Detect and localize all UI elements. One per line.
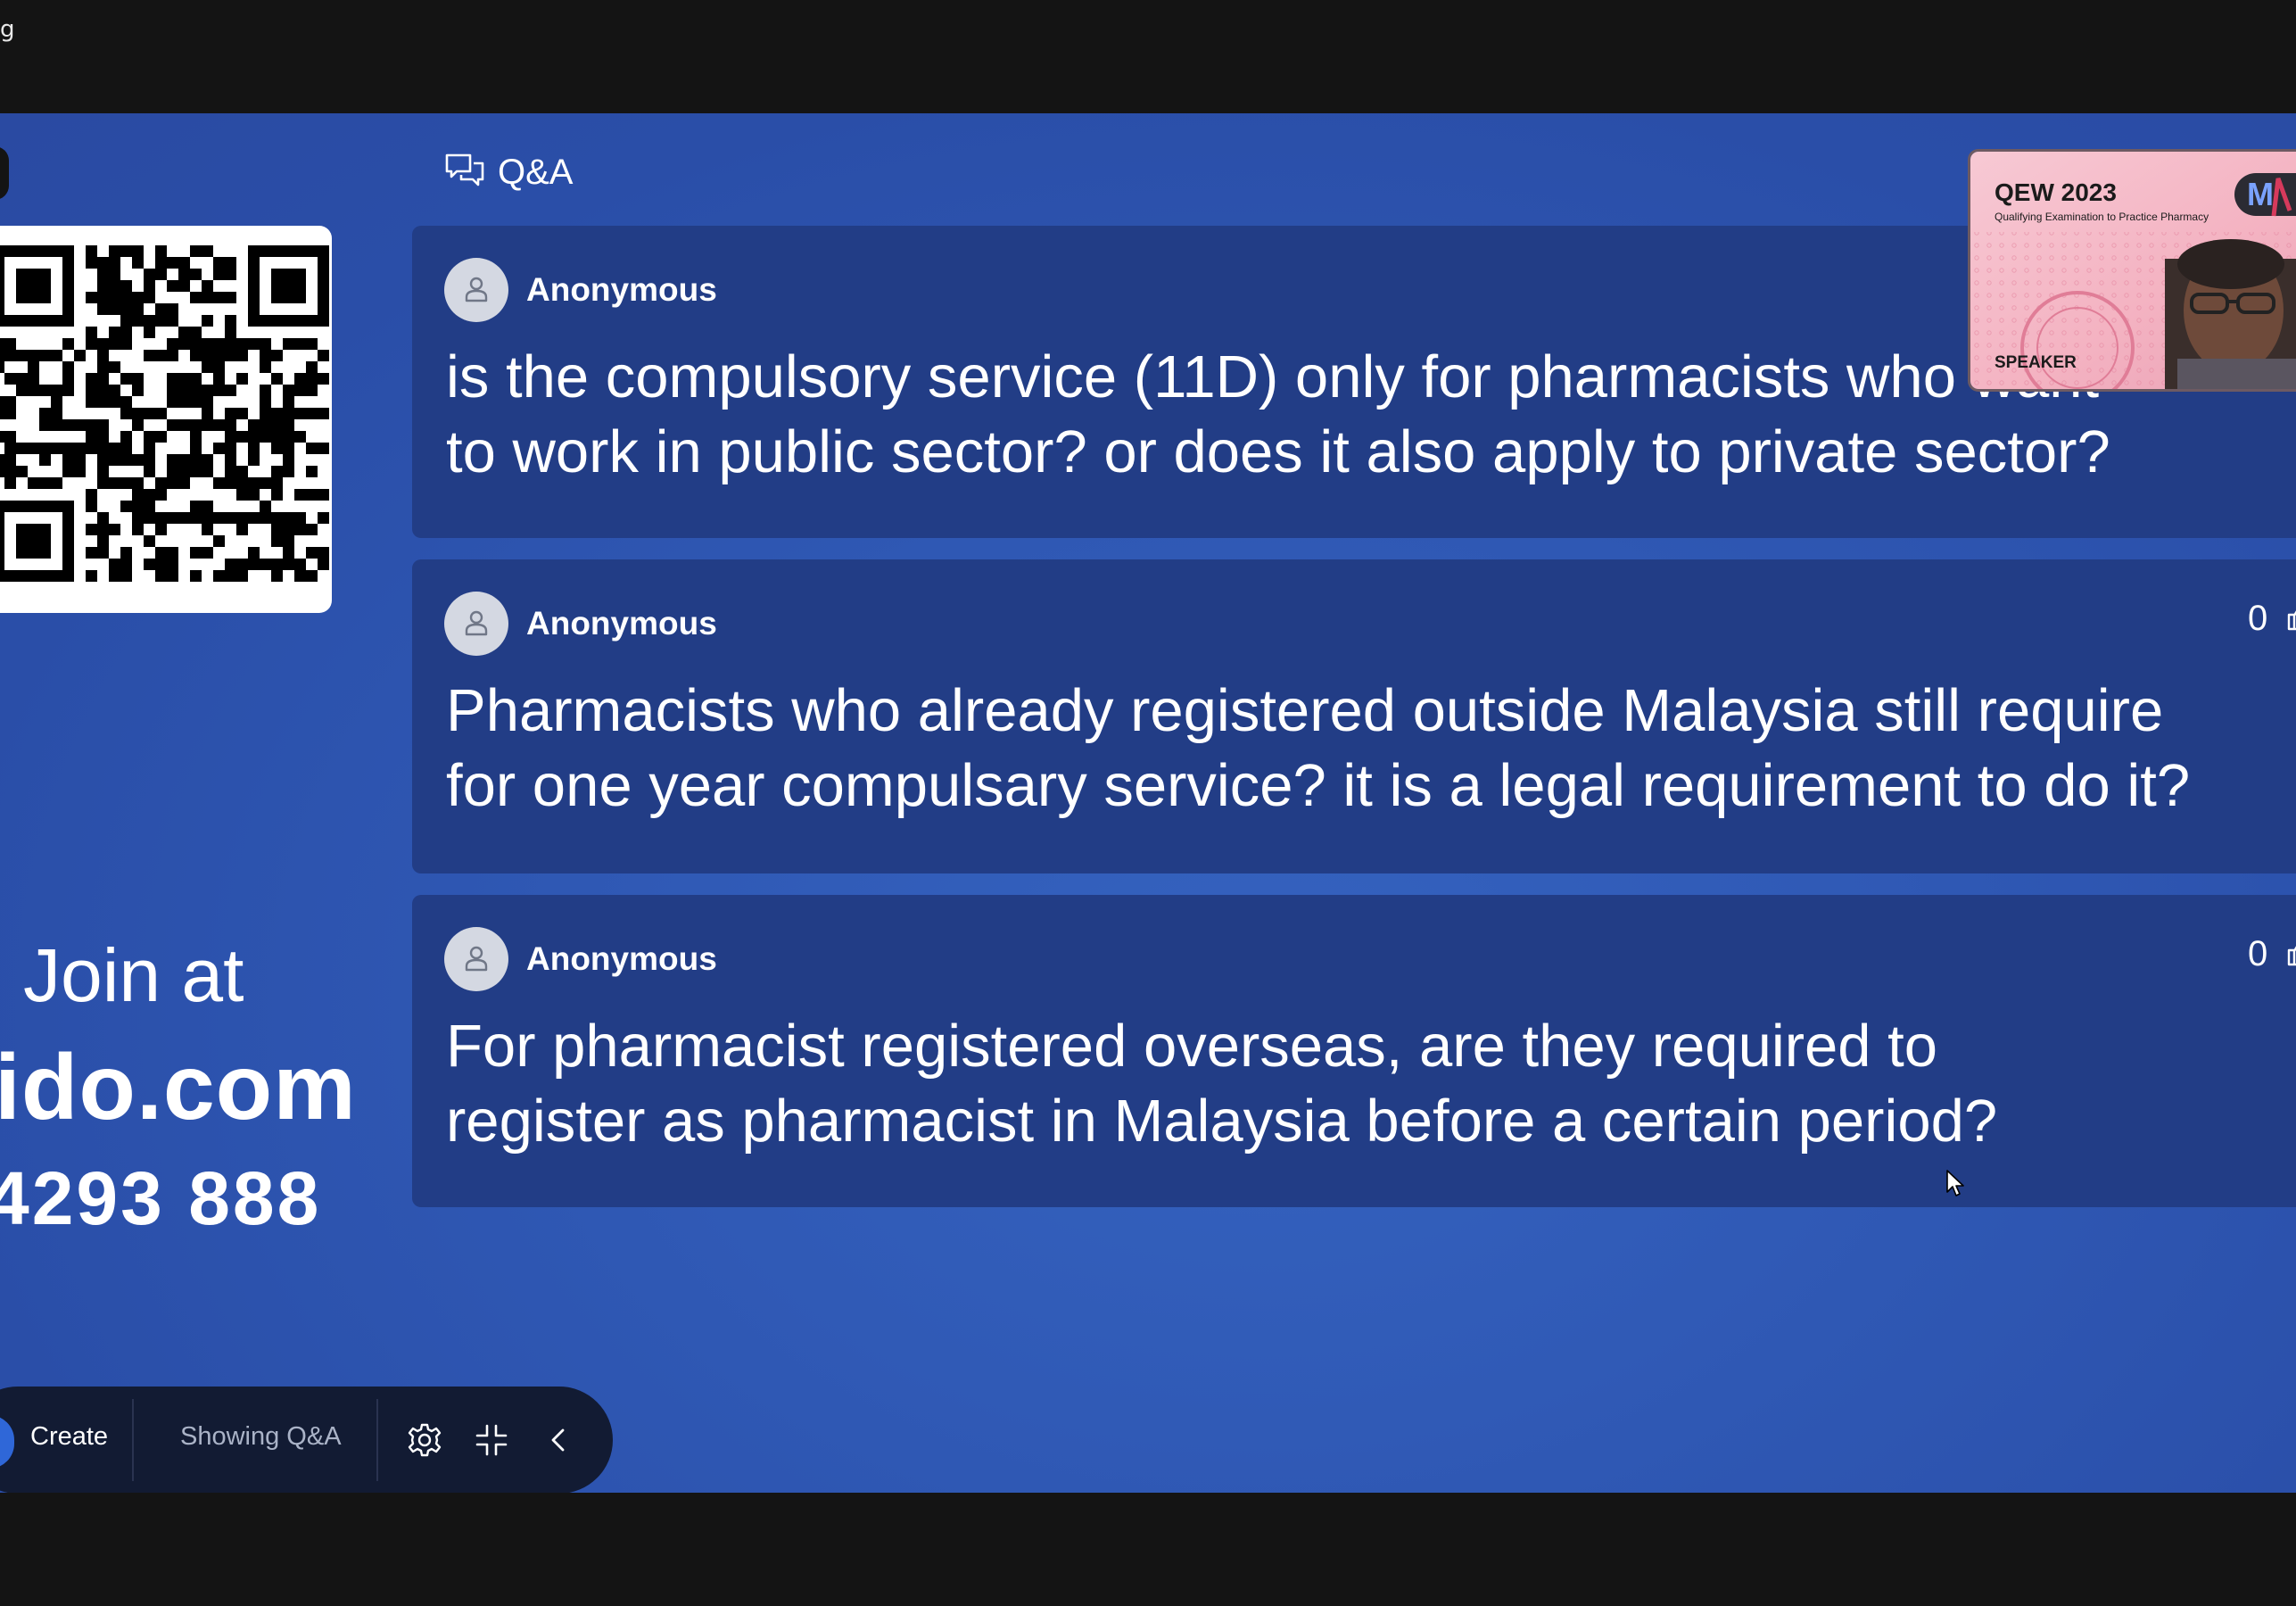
user-avatar-icon (444, 927, 508, 991)
qr-code-image (0, 245, 329, 582)
author-name: Anonymous (526, 605, 717, 642)
qr-code (0, 226, 332, 613)
qa-header: Q&A (444, 145, 573, 199)
mouse-pointer-icon (1945, 1169, 1965, 1202)
join-domain: ido.com (0, 1036, 357, 1139)
question-card[interactable]: Anonymous 0 For pharmacist registered ov… (412, 895, 2296, 1207)
question-line: register as pharmacist in Malaysia befor… (446, 1088, 1998, 1155)
question-line: For pharmacist registered overseas, are … (446, 1013, 1938, 1080)
vote-count: 0 (2248, 934, 2268, 973)
question-text: Pharmacists who already registered outsi… (446, 674, 2296, 824)
question-line: for one year compulsary service? it is a… (446, 752, 2191, 819)
join-instruction: Join at (23, 933, 244, 1017)
join-code: 4293 888 (0, 1156, 322, 1240)
question-author: Anonymous (444, 258, 717, 322)
presentation-stage: Join at ido.com 4293 888 Q&A Anonymous i… (0, 113, 2296, 1493)
thumbs-up-icon (2285, 937, 2296, 972)
collapse-icon[interactable] (470, 1419, 513, 1461)
speaker-label: SPEAKER (1995, 353, 2077, 372)
presenter-toolbar: Create Showing Q&A (0, 1387, 613, 1493)
author-name: Anonymous (526, 271, 717, 308)
top-bar: g (0, 0, 2296, 113)
question-text: For pharmacist registered overseas, are … (446, 1009, 2296, 1159)
edge-control[interactable] (0, 146, 9, 200)
user-avatar-icon (444, 592, 508, 656)
question-author: Anonymous (444, 592, 717, 656)
bottom-bar (0, 1493, 2296, 1606)
video-event-title: QEW 2023 (1995, 178, 2117, 206)
toolbar-divider (376, 1399, 378, 1481)
chevron-left-icon[interactable] (538, 1419, 581, 1461)
chat-bubbles-icon (444, 153, 485, 193)
speaker-video-tile[interactable]: M QEW 2023 Qualifying Examination to Pra… (1968, 149, 2296, 392)
video-badge: M (2247, 176, 2274, 212)
user-avatar-icon (444, 258, 508, 322)
toolbar-divider (132, 1399, 134, 1481)
qa-title: Q&A (498, 152, 574, 192)
create-button[interactable]: Create (30, 1422, 108, 1452)
question-line: to work in public sector? or does it als… (446, 418, 2110, 485)
thumbs-up-icon (2285, 601, 2296, 636)
question-card[interactable]: Anonymous 0 Pharmacists who already regi… (412, 559, 2296, 873)
author-name: Anonymous (526, 940, 717, 977)
create-icon[interactable] (0, 1415, 14, 1469)
question-author: Anonymous (444, 927, 717, 991)
showing-status[interactable]: Showing Q&A (180, 1422, 342, 1452)
upvote-button[interactable]: 0 (2248, 934, 2296, 974)
question-line: Pharmacists who already registered outsi… (446, 677, 2164, 744)
vote-count: 0 (2248, 599, 2268, 638)
window-title-fragment: g (0, 16, 15, 43)
gear-icon[interactable] (403, 1419, 446, 1461)
upvote-button[interactable]: 0 (2248, 599, 2296, 639)
video-event-subtitle: Qualifying Examination to Practice Pharm… (1995, 211, 2209, 223)
